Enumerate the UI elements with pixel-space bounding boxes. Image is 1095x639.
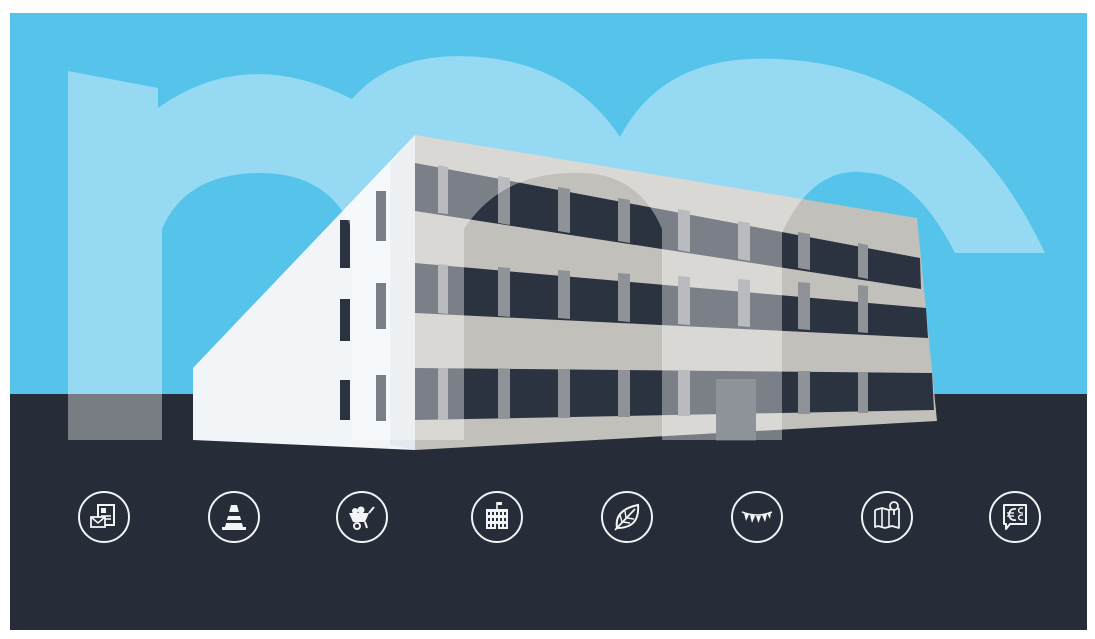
traffic-cone-icon xyxy=(222,505,246,530)
wheelbarrow-icon xyxy=(349,506,375,530)
contact-card-icon-button[interactable] xyxy=(78,491,130,543)
traffic-cone-icon-button[interactable] xyxy=(208,491,260,543)
building-icon-button[interactable] xyxy=(471,491,523,543)
wheelbarrow-icon-button[interactable] xyxy=(336,491,388,543)
map-pin-icon-button[interactable] xyxy=(861,491,913,543)
bunting-icon-button[interactable] xyxy=(731,491,783,543)
category-icon-row xyxy=(10,491,1087,551)
map-pin-icon xyxy=(874,501,900,529)
euro-sign-icon-button[interactable] xyxy=(989,491,1041,543)
leaf-icon xyxy=(614,503,640,531)
leaf-icon-button[interactable] xyxy=(601,491,653,543)
euro-sign-icon xyxy=(1003,504,1027,530)
building-icon xyxy=(486,502,508,529)
contact-card-icon xyxy=(90,504,115,528)
hero-illustration xyxy=(10,13,1087,630)
bunting-icon xyxy=(741,511,773,523)
